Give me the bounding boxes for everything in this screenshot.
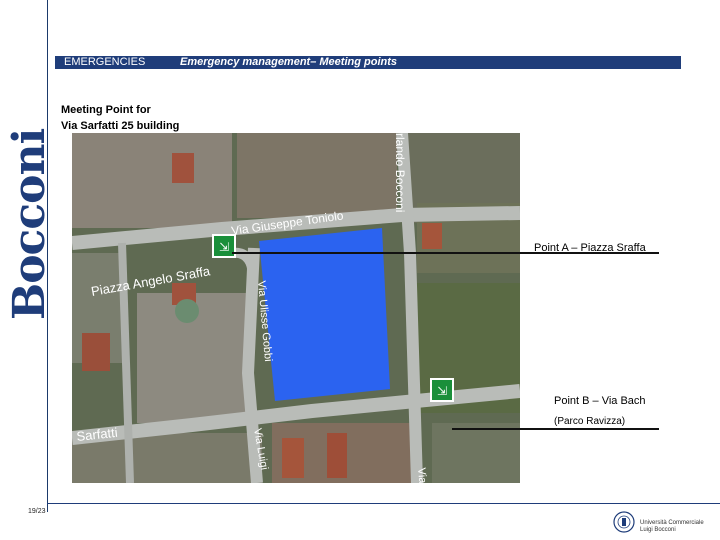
point-b-sublabel: (Parco Ravizza) xyxy=(554,416,626,427)
map-svg: Via Giuseppe Toniolo Piazza Angelo Sraff… xyxy=(72,133,520,483)
university-seal-icon xyxy=(613,511,635,533)
point-b-pointer xyxy=(452,428,659,430)
footer-divider xyxy=(47,503,720,504)
page-number: 19/23 xyxy=(28,508,46,515)
meeting-point-title: Meeting Point for Via Sarfatti 25 buildi… xyxy=(61,102,179,134)
university-name: Università Commerciale Luigi Bocconi xyxy=(640,520,704,534)
svg-text:⇲: ⇲ xyxy=(219,240,229,254)
assembly-point-icon: ⇲ xyxy=(430,378,454,402)
meeting-title-line1: Meeting Point for xyxy=(61,104,151,116)
header-title: Emergency management– Meeting points xyxy=(180,56,397,68)
bocconi-logo: Bocconi xyxy=(4,128,55,320)
satellite-map: Via Giuseppe Toniolo Piazza Angelo Sraff… xyxy=(72,133,520,483)
meeting-title-line2: Via Sarfatti 25 building xyxy=(61,120,180,132)
university-name-line2: Luigi Bocconi xyxy=(640,527,676,533)
university-name-line1: Università Commerciale xyxy=(640,520,704,526)
street-label-via: Via xyxy=(415,467,428,483)
header-bar: EMERGENCIES Emergency management– Meetin… xyxy=(55,56,681,69)
point-a-label: Point A – Piazza Sraffa xyxy=(534,242,646,254)
svg-text:⇲: ⇲ xyxy=(437,384,447,398)
header-section-label: EMERGENCIES xyxy=(64,56,146,68)
point-b-label: Point B – Via Bach xyxy=(554,395,646,407)
street-label-bocconi: rlando Bocconi xyxy=(393,133,407,212)
